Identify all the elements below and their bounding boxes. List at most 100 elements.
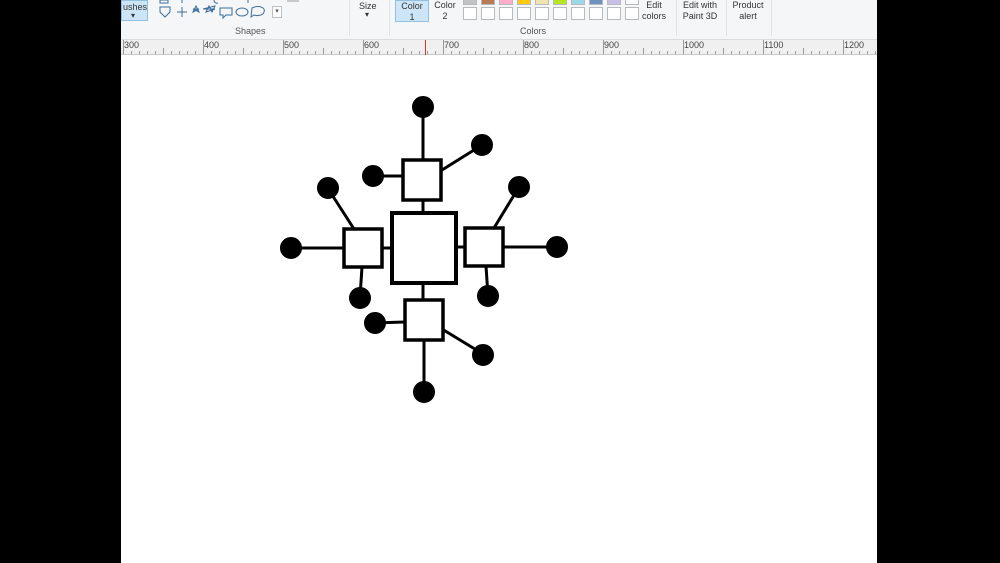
edit-with-paint3d-button[interactable]: Edit with Paint 3D [678,0,722,22]
ruler-tick [507,51,508,54]
separator [389,0,390,36]
ruler-tick [483,48,484,54]
color1-button[interactable]: Color 1 [395,0,429,22]
ruler-tick [411,51,412,54]
ruler-tick [619,51,620,54]
custom-color-swatch[interactable] [553,7,567,20]
ruler-tick [459,51,460,54]
colors-group-label: Colors [520,26,547,36]
custom-color-swatch[interactable] [463,7,477,20]
left-node [342,227,384,269]
edit-colors-button[interactable]: Edit colors [637,0,671,22]
custom-color-swatch[interactable] [535,7,549,20]
ruler-tick [627,51,628,54]
color2-label-line1: Color [434,0,456,10]
ruler-label: 1000 [684,40,705,50]
shapes-gallery[interactable] [157,0,281,22]
six-point-star-icon [202,4,216,14]
product-alert-line1: Product [732,0,764,10]
ruler-tick [267,51,268,54]
palette-swatch[interactable] [607,0,621,5]
ruler-tick [243,48,244,54]
shape-round-icon [213,0,219,4]
palette-swatch[interactable] [589,0,603,5]
palette-swatch[interactable] [463,0,477,5]
ruler-tick [387,51,388,54]
ruler-tick [595,51,596,54]
custom-color-swatch[interactable] [571,7,585,20]
four-point-star-icon [177,7,187,17]
ruler-tick [499,51,500,54]
ruler-tick [587,51,588,54]
ruler-label: 1200 [844,40,865,50]
ruler-tick [467,51,468,54]
ruler-label: 300 [124,40,140,50]
brushes-button[interactable]: ushes ▾ [121,0,148,21]
shapes-group-label: Shapes [235,26,266,36]
separator [349,0,350,36]
ruler-tick [667,51,668,54]
ribbon-home-tab: ushes ▾ ▾ Shapes Size ▾ Color 1 Color 2 … [121,0,877,40]
ruler-tick [723,48,724,54]
down-arrow-shape-icon [159,6,171,18]
ruler-tick [347,51,348,54]
edit-colors-line2: colors [641,11,666,21]
edit-colors-line1: Edit [646,0,662,10]
paint3d-line1: Edit with [682,0,717,10]
shapes-more-button[interactable]: ▾ [272,6,282,18]
color1-label-line1: Color [401,1,423,11]
ruler-tick [875,51,876,54]
product-alert-button[interactable]: Product alert [728,0,768,22]
ruler-tick [651,51,652,54]
ruler-tick [259,51,260,54]
outline-fill-indicator [287,0,299,2]
ruler-tick [835,51,836,54]
size-button[interactable]: Size ▾ [357,0,381,22]
brushes-dropdown-arrow: ▾ [131,11,136,20]
endpoint-dot [317,177,339,199]
custom-color-swatch[interactable] [517,7,531,20]
ruler-tick [811,51,812,54]
ruler-label: 900 [604,40,620,50]
ruler-tick [403,48,404,54]
custom-color-swatch[interactable] [607,7,621,20]
ruler-cursor-marker [425,40,426,55]
color2-button[interactable]: Color 2 [429,0,461,22]
ruler-tick [307,51,308,54]
palette-swatch[interactable] [481,0,495,5]
custom-color-swatch[interactable] [589,7,603,20]
palette-swatch[interactable] [517,0,531,5]
ruler-tick [515,51,516,54]
ruler-tick [219,51,220,54]
bottom-node [403,298,445,342]
ruler-tick [707,51,708,54]
top-node [401,158,443,202]
ruler-tick [771,51,772,54]
separator [676,0,677,36]
ruler-tick [659,51,660,54]
ruler-tick [171,51,172,54]
palette-swatch[interactable] [553,0,567,5]
ruler-tick [139,51,140,54]
separator [771,0,772,36]
palette-swatch[interactable] [499,0,513,5]
drawing-canvas[interactable] [121,55,877,563]
endpoint-dot [362,165,384,187]
custom-color-swatch[interactable] [499,7,513,20]
ruler-tick [435,51,436,54]
ruler-tick [715,51,716,54]
ruler-tick [211,51,212,54]
ruler-tick [779,51,780,54]
ruler-tick [355,51,356,54]
custom-color-swatch[interactable] [481,7,495,20]
shape-rectangle-icon [159,0,169,4]
ruler-label: 600 [364,40,380,50]
paint-window: ushes ▾ ▾ Shapes Size ▾ Color 1 Color 2 … [121,0,877,563]
size-dropdown-arrow: ▾ [365,10,370,19]
ruler-tick [739,51,740,54]
palette-swatch[interactable] [535,0,549,5]
endpoint-dot [413,381,435,403]
ruler-tick [299,51,300,54]
palette-swatch[interactable] [571,0,585,5]
ruler-tick [379,51,380,54]
